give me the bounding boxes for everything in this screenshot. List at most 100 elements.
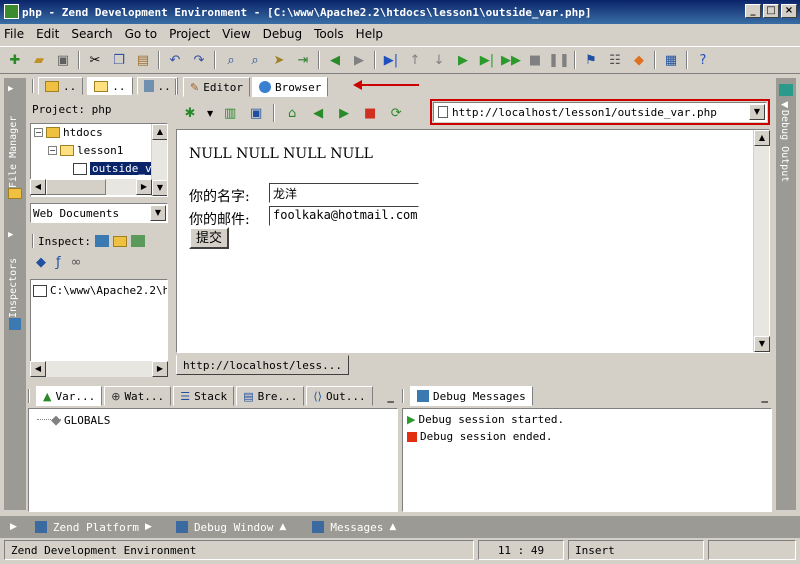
menu-help[interactable]: Help bbox=[356, 27, 383, 41]
bug-icon[interactable]: ✱ bbox=[181, 104, 199, 122]
undo-icon[interactable]: ↶ bbox=[166, 51, 184, 69]
forward-icon[interactable]: ▶ bbox=[350, 51, 368, 69]
menu-search[interactable]: Search bbox=[71, 27, 112, 41]
debug-messages-list: ▶ Debug session started. Debug session e… bbox=[402, 408, 772, 512]
menu-view[interactable]: View bbox=[222, 27, 250, 41]
folder-open-icon bbox=[60, 145, 74, 156]
inspect-hscroll[interactable]: ◀ ▶ bbox=[30, 361, 168, 377]
page-icon bbox=[438, 106, 448, 118]
open-file-icon[interactable]: ▰ bbox=[30, 51, 48, 69]
refresh-icon[interactable]: ⟳ bbox=[387, 104, 405, 122]
menu-project[interactable]: Project bbox=[169, 27, 210, 41]
tab-watch[interactable]: ⊕ Wat... bbox=[104, 386, 172, 406]
output-icon: ⟨⟩ bbox=[313, 389, 322, 403]
tab-output[interactable]: ⟨⟩ Out... bbox=[306, 386, 373, 406]
panel-minimize-icon[interactable]: _ bbox=[387, 390, 394, 403]
help-icon[interactable]: ? bbox=[694, 51, 712, 69]
stack-icon: ☰ bbox=[180, 389, 191, 403]
cut-icon[interactable]: ✂ bbox=[86, 51, 104, 69]
tree-item-lesson1[interactable]: − lesson1 bbox=[48, 144, 123, 157]
function-icon[interactable]: ƒ bbox=[56, 255, 61, 270]
link-icon[interactable]: ∞ bbox=[71, 255, 82, 270]
url-dropdown-button[interactable]: ▼ bbox=[749, 104, 765, 120]
tree-item-htdocs[interactable]: − htdocs bbox=[34, 126, 103, 139]
paste-icon[interactable]: ▤ bbox=[134, 51, 152, 69]
folders-tab[interactable]: .. bbox=[38, 77, 84, 95]
tree-item-globals[interactable]: ◆ GLOBALS bbox=[51, 413, 110, 428]
stop-icon[interactable]: ■ bbox=[526, 51, 544, 69]
email-input[interactable]: foolkaka@hotmail.com bbox=[269, 206, 419, 226]
options-icon[interactable]: ☷ bbox=[606, 51, 624, 69]
message-started: ▶ Debug session started. bbox=[407, 413, 565, 426]
view-source-icon[interactable]: ▣ bbox=[247, 104, 265, 122]
platform-icon[interactable]: ◆ bbox=[630, 51, 648, 69]
name-input[interactable]: 龙洋 bbox=[269, 183, 419, 203]
copy-icon[interactable]: ❐ bbox=[110, 51, 128, 69]
debug-url-icon[interactable]: ▥ bbox=[221, 104, 239, 122]
messages-minimize-icon[interactable]: _ bbox=[761, 390, 768, 403]
browser-back-icon[interactable]: ◀ bbox=[309, 104, 327, 122]
minimize-button[interactable]: _ bbox=[745, 4, 761, 18]
go-icon[interactable]: ▶ bbox=[454, 51, 472, 69]
title-bar: php - Zend Development Environment - [C:… bbox=[0, 0, 800, 24]
browser-forward-icon[interactable]: ▶ bbox=[335, 104, 353, 122]
debug-output-tab[interactable]: Debug Output bbox=[779, 110, 790, 210]
indent-icon[interactable]: ⇥ bbox=[294, 51, 312, 69]
menu-file[interactable]: File bbox=[4, 27, 24, 41]
submit-button[interactable]: 提交 bbox=[189, 227, 229, 249]
tree-inspector-icon[interactable] bbox=[130, 235, 145, 247]
messages-tab[interactable]: Messages ▲ bbox=[312, 521, 396, 534]
tree-hscroll[interactable]: ◀ ▶ bbox=[30, 179, 152, 195]
replace-icon[interactable]: ⌕ bbox=[246, 51, 264, 69]
run-to-icon[interactable]: ▶| bbox=[382, 51, 400, 69]
inspectors-tab[interactable]: Inspectors bbox=[8, 243, 19, 318]
tab-breakpoints[interactable]: ▤ Bre... bbox=[236, 386, 305, 406]
tab-stack[interactable]: ☰ Stack bbox=[173, 386, 235, 406]
folder-inspector-icon[interactable] bbox=[112, 235, 127, 247]
step-down-icon[interactable]: ↓ bbox=[430, 51, 448, 69]
save-icon[interactable]: ▣ bbox=[54, 51, 72, 69]
debug-messages-panel: Debug Messages _ ▶ Debug session started… bbox=[402, 384, 772, 514]
close-button[interactable]: × bbox=[781, 4, 797, 18]
run-icon[interactable]: ▶▶ bbox=[501, 51, 521, 69]
menu-tools[interactable]: Tools bbox=[314, 27, 344, 41]
menu-debug[interactable]: Debug bbox=[263, 27, 302, 41]
tab-browser[interactable]: Browser bbox=[251, 77, 329, 97]
redo-icon[interactable]: ↷ bbox=[190, 51, 208, 69]
goto-line-icon[interactable]: ➤ bbox=[270, 51, 288, 69]
status-position: 11 : 49 bbox=[478, 540, 564, 560]
binoculars-icon: ⊕ bbox=[111, 389, 121, 403]
profile-icon[interactable]: ⚑ bbox=[582, 51, 600, 69]
step-up-icon[interactable]: ↑ bbox=[406, 51, 424, 69]
class-icon[interactable]: ◆ bbox=[36, 255, 46, 270]
file-manager-tab[interactable]: File Manager bbox=[8, 98, 19, 188]
back-icon[interactable]: ◀ bbox=[326, 51, 344, 69]
code-inspector-icon[interactable] bbox=[94, 235, 109, 247]
web-documents-select[interactable]: Web Documents ▼ bbox=[30, 203, 168, 223]
zend-platform-tab[interactable]: Zend Platform ▶ bbox=[34, 521, 152, 534]
tree-item-outside-var[interactable]: outside_va bbox=[73, 162, 161, 175]
menu-goto[interactable]: Go to bbox=[125, 27, 158, 41]
find-icon[interactable]: ⌕ bbox=[222, 51, 240, 69]
tab-variables[interactable]: ▲ Var... bbox=[36, 386, 103, 406]
home-icon[interactable]: ⌂ bbox=[283, 104, 301, 122]
pause-icon[interactable]: ❚❚ bbox=[548, 51, 570, 69]
inspect-list[interactable]: C:\www\Apache2.2\htdo bbox=[30, 279, 168, 363]
play-icon: ▶ bbox=[407, 413, 416, 426]
url-input[interactable]: http://localhost/lesson1/outside_var.php… bbox=[433, 102, 767, 122]
calendar-icon[interactable]: ▦ bbox=[662, 51, 680, 69]
tab-debug-messages[interactable]: Debug Messages bbox=[410, 386, 533, 406]
menu-edit[interactable]: Edit bbox=[36, 27, 59, 41]
maximize-button[interactable]: □ bbox=[763, 4, 779, 18]
browser-status-tab[interactable]: http://localhost/less... bbox=[176, 355, 349, 375]
debug-window-tab[interactable]: Debug Window ▲ bbox=[175, 521, 286, 534]
browser-vscroll[interactable]: ▲ ▼ bbox=[753, 130, 770, 352]
browser-stop-icon[interactable]: ■ bbox=[361, 104, 379, 122]
tab-editor[interactable]: ✎ Editor bbox=[183, 77, 250, 97]
step-icon[interactable]: ▶| bbox=[478, 51, 496, 69]
open-folder-tab[interactable]: .. bbox=[87, 77, 133, 95]
database-tab[interactable]: .. bbox=[136, 77, 178, 95]
new-file-icon[interactable]: ✚ bbox=[6, 51, 24, 69]
variables-icon: ▲ bbox=[43, 389, 52, 403]
variables-tree[interactable]: ◆ GLOBALS bbox=[28, 408, 398, 512]
